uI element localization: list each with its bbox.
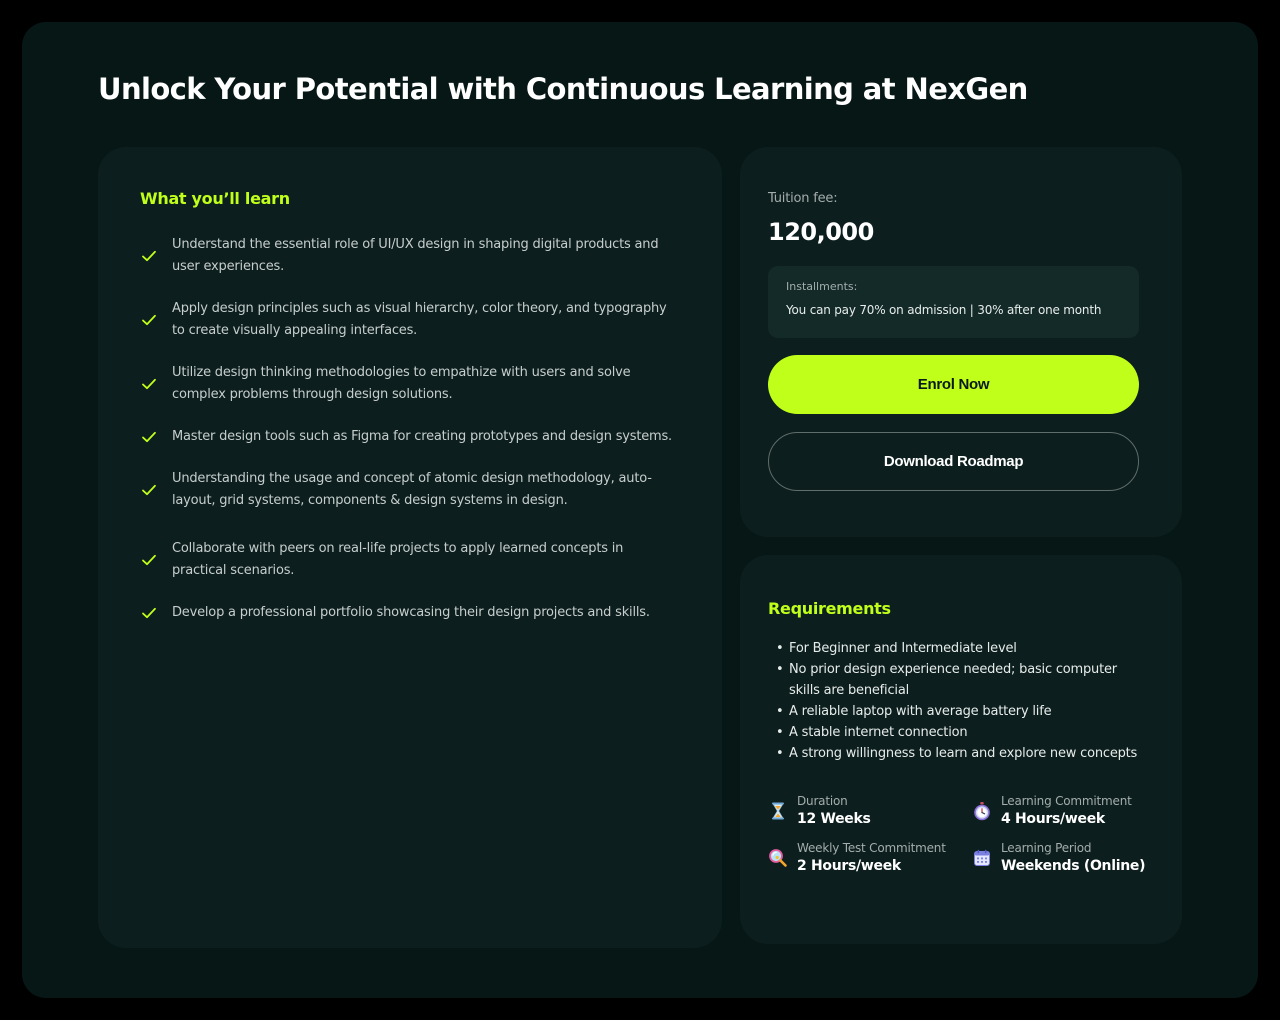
- learn-item-text: Develop a professional portfolio showcas…: [172, 605, 650, 620]
- tuition-fee-amount: 120,000: [768, 218, 874, 246]
- bullet: •: [776, 704, 784, 719]
- learn-list: Understand the essential role of UI/UX d…: [140, 234, 680, 624]
- page-title: Unlock Your Potential with Continuous Le…: [98, 72, 1028, 106]
- list-item: • For Beginner and Intermediate level: [768, 638, 1140, 659]
- hourglass-icon: [772, 802, 784, 819]
- course-stats: Duration 12 Weeks Learning Commitment 4 …: [768, 794, 1146, 874]
- stopwatch-icon: [974, 801, 990, 820]
- bullet: •: [776, 725, 784, 740]
- installments-text: You can pay 70% on admission | 30% after…: [786, 303, 1102, 317]
- stat-label: Weekly Test Commitment: [797, 841, 946, 855]
- requirements-list: • For Beginner and Intermediate level • …: [768, 638, 1140, 764]
- learn-card: What you’ll learn Understand the essenti…: [98, 147, 722, 948]
- tuition-card: Tuition fee: 120,000 Installments: You c…: [740, 147, 1182, 537]
- calendar-icon: [974, 849, 990, 866]
- list-item: • A strong willingness to learn and expl…: [768, 743, 1140, 764]
- list-item: Understand the essential role of UI/UX d…: [140, 234, 680, 278]
- requirement-text: A strong willingness to learn and explor…: [789, 746, 1138, 761]
- list-item: Develop a professional portfolio showcas…: [140, 602, 680, 624]
- list-item: Collaborate with peers on real-life proj…: [140, 538, 680, 582]
- tuition-fee-label: Tuition fee:: [768, 191, 838, 206]
- list-item: Apply design principles such as visual h…: [140, 298, 680, 342]
- bullet: •: [776, 641, 784, 656]
- list-item: • A reliable laptop with average battery…: [768, 701, 1140, 722]
- list-item: Master design tools such as Figma for cr…: [140, 426, 680, 448]
- installments-label: Installments:: [786, 280, 858, 293]
- check-icon: [142, 314, 156, 326]
- stat-label: Learning Commitment: [1001, 794, 1132, 808]
- check-icon: [142, 431, 156, 443]
- list-item: Utilize design thinking methodologies to…: [140, 362, 680, 406]
- enrol-now-button[interactable]: Enrol Now: [768, 355, 1139, 414]
- check-icon: [142, 554, 156, 566]
- requirement-text: A reliable laptop with average battery l…: [789, 704, 1052, 719]
- stat-learning-period: Learning Period Weekends (Online): [972, 841, 1146, 874]
- requirements-card: Requirements • For Beginner and Intermed…: [740, 555, 1182, 944]
- stat-weekly-test-commitment: Weekly Test Commitment 2 Hours/week: [768, 841, 972, 874]
- learn-item-text: Understand the essential role of UI/UX d…: [172, 237, 659, 274]
- learn-item-text: Collaborate with peers on real-life proj…: [172, 541, 624, 578]
- stat-learning-commitment: Learning Commitment 4 Hours/week: [972, 794, 1142, 827]
- requirements-heading: Requirements: [768, 599, 891, 618]
- list-item: • A stable internet connection: [768, 722, 1140, 743]
- download-roadmap-button[interactable]: Download Roadmap: [768, 432, 1139, 491]
- requirement-text: For Beginner and Intermediate level: [789, 641, 1017, 656]
- learn-item-text: Understanding the usage and concept of a…: [172, 471, 652, 508]
- stat-duration: Duration 12 Weeks: [768, 794, 972, 827]
- stat-value: Weekends (Online): [1001, 858, 1146, 874]
- bullet: •: [776, 662, 784, 677]
- list-item: Understanding the usage and concept of a…: [140, 468, 680, 512]
- stat-value: 2 Hours/week: [797, 858, 901, 874]
- learn-heading: What you’ll learn: [140, 189, 290, 208]
- page-screen: Unlock Your Potential with Continuous Le…: [22, 22, 1258, 998]
- installments-box: Installments: You can pay 70% on admissi…: [768, 266, 1139, 338]
- stat-value: 12 Weeks: [797, 811, 871, 827]
- check-icon: [142, 378, 156, 390]
- device-frame: Unlock Your Potential with Continuous Le…: [0, 0, 1280, 1020]
- magnifier-icon: [769, 848, 787, 867]
- learn-item-text: Master design tools such as Figma for cr…: [172, 429, 672, 444]
- list-item: • No prior design experience needed; bas…: [768, 659, 1140, 701]
- bullet: •: [776, 746, 784, 761]
- learn-item-text: Utilize design thinking methodologies to…: [172, 365, 631, 402]
- check-icon: [142, 484, 156, 496]
- requirement-text: A stable internet connection: [789, 725, 968, 740]
- learn-item-text: Apply design principles such as visual h…: [172, 301, 667, 338]
- stat-label: Learning Period: [1001, 841, 1092, 855]
- requirement-text: No prior design experience needed; basic…: [789, 662, 1117, 698]
- check-icon: [142, 607, 156, 619]
- check-icon: [142, 250, 156, 262]
- stat-label: Duration: [797, 794, 848, 808]
- stat-value: 4 Hours/week: [1001, 811, 1105, 827]
